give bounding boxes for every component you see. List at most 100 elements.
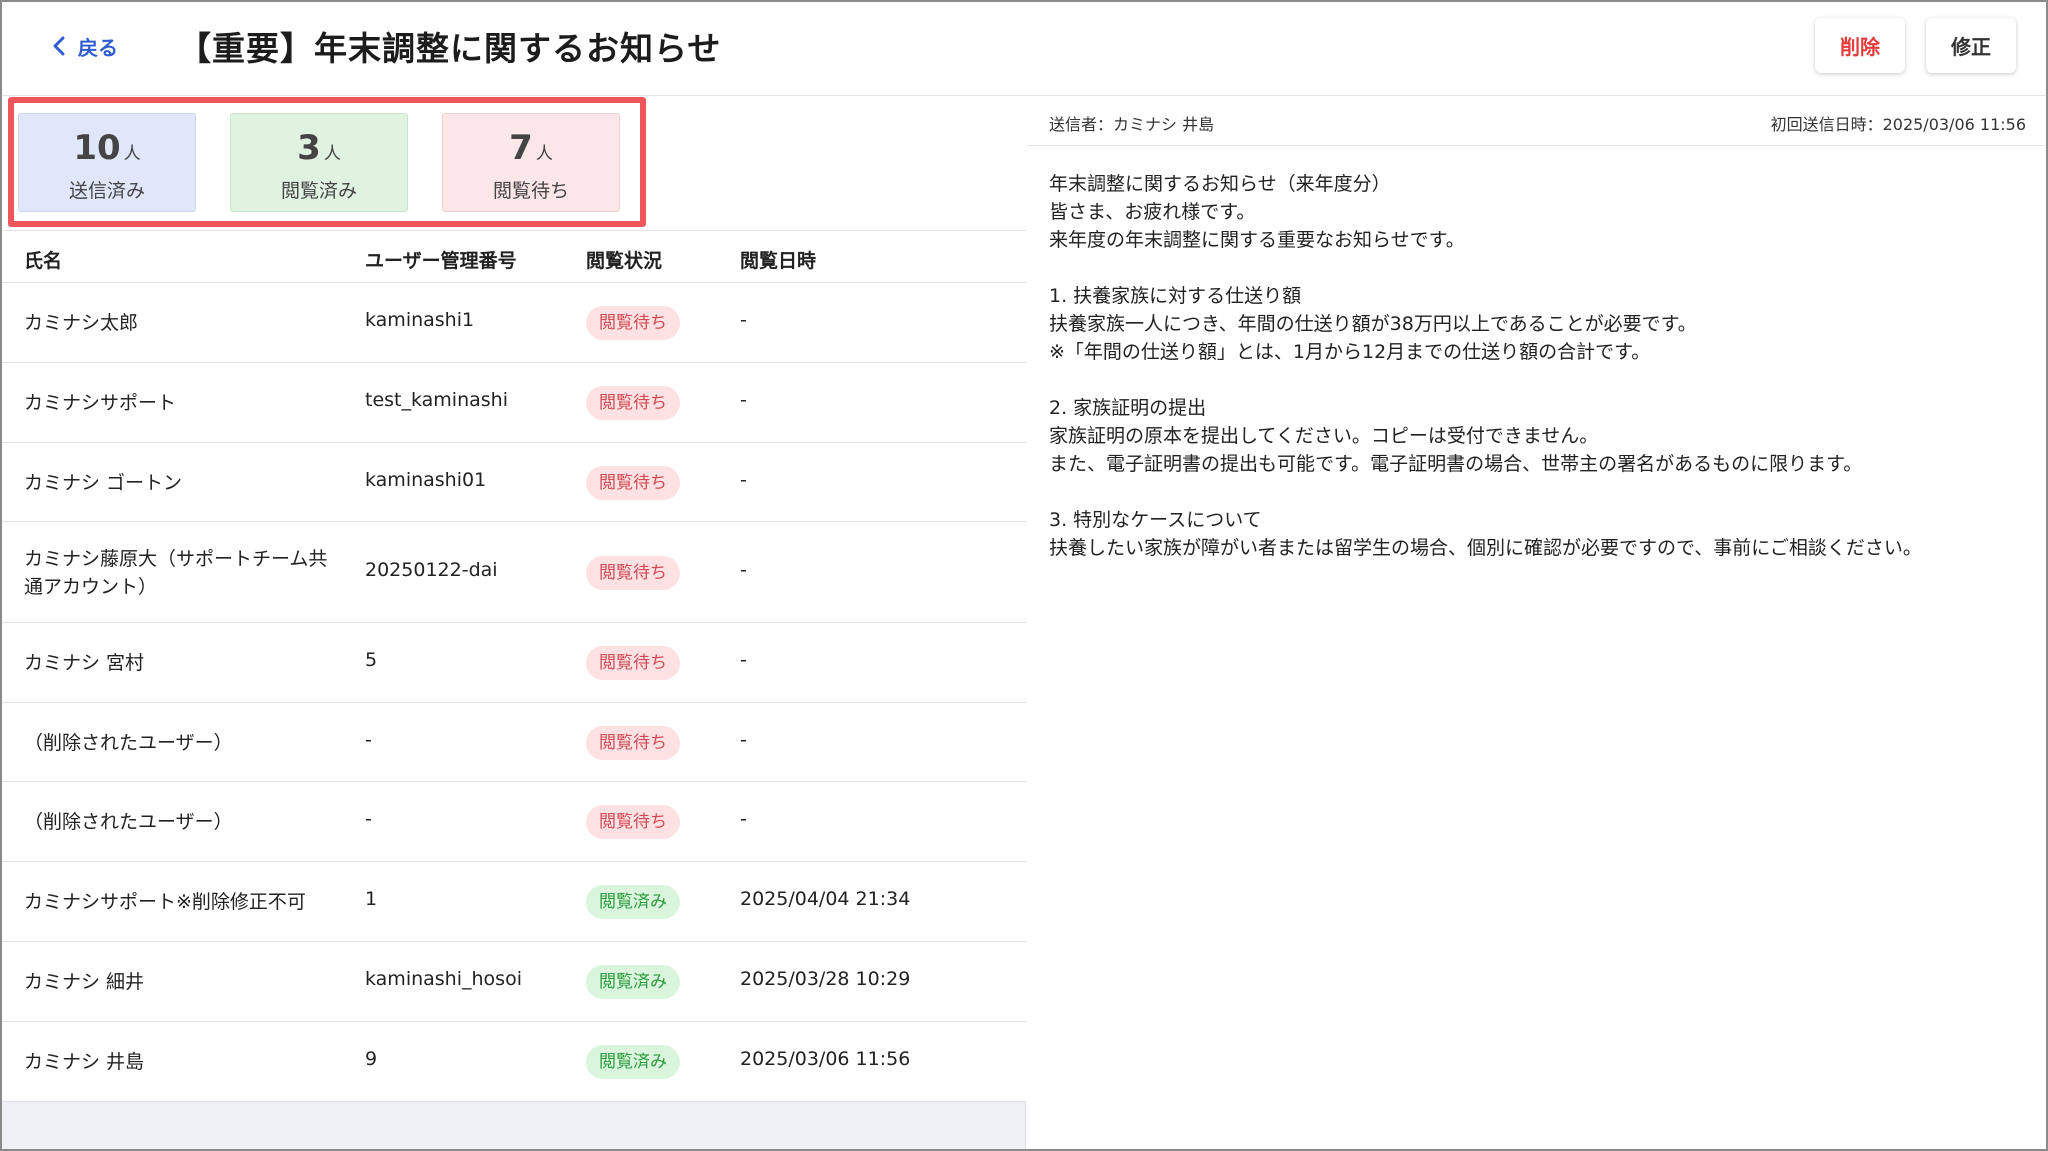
recipients-panel: 10 人 送信済み 3人 閲覧済み 7人 閲覧待ち 氏名 ユーザー管理番号 閲覧状… bbox=[2, 96, 1026, 1149]
cell-status: 閲覧待ち bbox=[586, 306, 680, 340]
cell-name: カミナシサポート※削除修正不可 bbox=[24, 891, 306, 913]
table-row: カミナシ ゴートン kaminashi01 閲覧待ち - bbox=[2, 443, 1026, 522]
cell-status: 閲覧待ち bbox=[586, 555, 680, 590]
status-badge: 閲覧待ち bbox=[586, 646, 680, 680]
cell-name: カミナシ太郎 bbox=[24, 312, 139, 334]
status-badge: 閲覧待ち bbox=[586, 386, 680, 420]
message-line: 扶養したい家族が障がい者または留学生の場合、個別に確認が必要ですので、事前にご相… bbox=[1049, 537, 1922, 559]
message-panel: 送信者：カミナシ 井島 初回送信日時：2025/03/06 11:56 年末調整… bbox=[1027, 96, 2046, 1149]
status-badge: 閲覧待ち bbox=[586, 725, 680, 760]
stat-read-count: 3 bbox=[297, 128, 321, 168]
table-row: カミナシサポート test_kaminashi 閲覧待ち - bbox=[2, 363, 1026, 443]
column-header-name: 氏名 bbox=[24, 250, 63, 272]
status-badge: 閲覧待ち bbox=[586, 465, 680, 500]
app-window: 戻る 【重要】年末調整に関するお知らせ 削除 修正 10 人 送信済み 3人 閲覧… bbox=[0, 0, 2048, 1151]
cell-status: 閲覧待ち bbox=[586, 465, 680, 500]
stat-sent: 10 人 送信済み bbox=[18, 113, 196, 212]
table-row: カミナシ藤原大（サポートチーム共通アカウント） 20250122-dai 閲覧待ち - bbox=[2, 522, 1026, 623]
cell-name: カミナシ 宮村 bbox=[24, 652, 145, 674]
cell-date: - bbox=[740, 468, 747, 491]
cell-status: 閲覧済み bbox=[586, 1045, 680, 1079]
chevron-left-icon bbox=[53, 36, 65, 56]
cell-date: - bbox=[740, 389, 747, 411]
cell-date: - bbox=[740, 309, 747, 331]
status-badge: 閲覧済み bbox=[586, 1045, 680, 1079]
cell-user-id: 1 bbox=[365, 888, 378, 910]
stat-read-label: 閲覧済み bbox=[280, 180, 357, 202]
message-line: また、電子証明書の提出も可能です。電子証明書の場合、世帯主の署名があるものに限り… bbox=[1049, 453, 1863, 475]
status-badge: 閲覧済み bbox=[586, 885, 680, 919]
cell-name: カミナシサポート bbox=[24, 392, 177, 414]
message-line: 扶養家族一人につき、年間の仕送り額が38万円以上であることが必要です。 bbox=[1049, 313, 1697, 335]
table-row: カミナシ 井島 9 閲覧済み 2025/03/06 11:56 bbox=[2, 1022, 1026, 1102]
stat-waiting: 7人 閲覧待ち bbox=[442, 113, 620, 212]
message-line: 家族証明の原本を提出してください。コピーは受付できません。 bbox=[1049, 425, 1599, 447]
stat-waiting-unit: 人 bbox=[535, 144, 553, 164]
table-row: カミナシ 細井 kaminashi_hosoi 閲覧済み 2025/03/28 10:… bbox=[2, 942, 1026, 1022]
cell-name: （削除されたユーザー） bbox=[24, 731, 233, 754]
message-meta: 送信者：カミナシ 井島 初回送信日時：2025/03/06 11:56 bbox=[1027, 96, 2046, 146]
stats-area: 10 人 送信済み 3人 閲覧済み 7人 閲覧待ち bbox=[2, 96, 1026, 231]
cell-name: （削除されたユーザー） bbox=[24, 811, 233, 833]
stat-read-unit: 人 bbox=[323, 144, 341, 164]
stat-sent-unit: 人 bbox=[123, 144, 141, 164]
column-header-id: ユーザー管理番号 bbox=[365, 250, 517, 272]
status-badge: 閲覧待ち bbox=[586, 306, 680, 340]
status-badge: 閲覧待ち bbox=[586, 805, 680, 839]
cell-date: - bbox=[740, 558, 747, 581]
table-row: （削除されたユーザー） - 閲覧待ち - bbox=[2, 703, 1026, 782]
cell-date: - bbox=[740, 649, 747, 671]
message-line: ※「年間の仕送り額」とは、1月から12月までの仕送り額の合計です。 bbox=[1049, 341, 1651, 363]
column-header-status: 閲覧状況 bbox=[586, 250, 663, 272]
page-header: 戻る 【重要】年末調整に関するお知らせ 削除 修正 bbox=[2, 2, 2046, 96]
table-body: カミナシ太郎 kaminashi1 閲覧待ち - カミナシサポート test_kamina… bbox=[2, 283, 1026, 1102]
cell-user-id: 9 bbox=[365, 1048, 378, 1070]
stat-read: 3人 閲覧済み bbox=[230, 113, 408, 212]
cell-name: カミナシ藤原大（サポートチーム共通アカウント） bbox=[24, 547, 328, 598]
message-line: 来年度の年末調整に関する重要なお知らせです。 bbox=[1049, 229, 1465, 251]
message-line: 1. 扶養家族に対する仕送り額 bbox=[1049, 285, 1302, 307]
cell-user-id: - bbox=[365, 808, 372, 830]
cell-status: 閲覧待ち bbox=[586, 646, 680, 680]
table-row: （削除されたユーザー） - 閲覧待ち - bbox=[2, 782, 1026, 862]
cell-date: 2025/03/06 11:56 bbox=[740, 1048, 911, 1070]
cell-name: カミナシ 井島 bbox=[24, 1051, 145, 1073]
cell-date: 2025/04/04 21:34 bbox=[740, 888, 911, 910]
cell-status: 閲覧待ち bbox=[586, 725, 680, 760]
cell-name: カミナシ ゴートン bbox=[24, 471, 183, 494]
cell-user-id: kaminashi_hosoi bbox=[365, 968, 522, 990]
table-row: カミナシサポート※削除修正不可 1 閲覧済み 2025/04/04 21:34 bbox=[2, 862, 1026, 942]
cell-name: カミナシ 細井 bbox=[24, 971, 145, 993]
edit-button[interactable]: 修正 bbox=[1926, 18, 2016, 73]
table-row: カミナシ 宮村 5 閲覧待ち - bbox=[2, 623, 1026, 703]
cell-user-id: kaminashi01 bbox=[365, 468, 487, 491]
cell-date: 2025/03/28 10:29 bbox=[740, 968, 911, 990]
column-header-date: 閲覧日時 bbox=[740, 250, 817, 272]
table-row: カミナシ太郎 kaminashi1 閲覧待ち - bbox=[2, 283, 1026, 363]
page-title: 【重要】年末調整に関するお知らせ bbox=[178, 29, 722, 68]
first-sent-at: 初回送信日時：2025/03/06 11:56 bbox=[1770, 115, 2026, 134]
status-badge: 閲覧済み bbox=[586, 965, 680, 999]
stat-waiting-label: 閲覧待ち bbox=[492, 180, 569, 202]
sender-text: 送信者：カミナシ 井島 bbox=[1049, 115, 1215, 134]
cell-user-id: 20250122-dai bbox=[365, 558, 498, 581]
stat-waiting-count: 7 bbox=[509, 128, 533, 168]
back-button[interactable]: 戻る bbox=[52, 29, 118, 63]
message-body: 年末調整に関するお知らせ（来年度分） 皆さま、お疲れ様です。 来年度の年末調整に関す… bbox=[1049, 170, 2019, 562]
message-line: 年末調整に関するお知らせ（来年度分） bbox=[1049, 173, 1391, 195]
cell-status: 閲覧待ち bbox=[586, 386, 680, 420]
cell-user-id: test_kaminashi bbox=[365, 389, 508, 411]
back-label: 戻る bbox=[78, 35, 118, 60]
cell-status: 閲覧待ち bbox=[586, 805, 680, 839]
cell-status: 閲覧済み bbox=[586, 885, 680, 919]
cell-user-id: - bbox=[365, 728, 372, 751]
cell-date: - bbox=[740, 728, 747, 751]
status-badge: 閲覧待ち bbox=[586, 555, 680, 590]
stat-sent-count: 10 bbox=[73, 128, 121, 168]
stat-sent-label: 送信済み bbox=[68, 180, 145, 202]
cell-status: 閲覧済み bbox=[586, 965, 680, 999]
recipients-table: 氏名 ユーザー管理番号 閲覧状況 閲覧日時 カミナシ太郎 kaminashi1 閲覧… bbox=[2, 231, 1026, 1102]
delete-button[interactable]: 削除 bbox=[1815, 18, 1905, 73]
cell-user-id: 5 bbox=[365, 649, 378, 671]
